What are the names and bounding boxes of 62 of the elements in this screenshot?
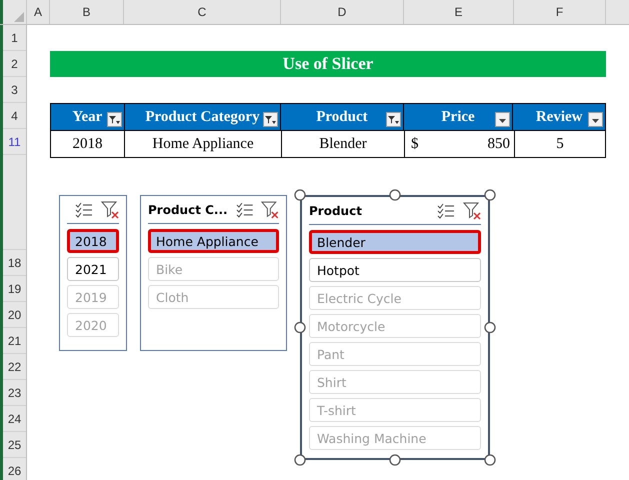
price-value: 850 xyxy=(488,136,510,152)
row-header[interactable]: 1 xyxy=(3,25,26,51)
filter-dropdown-button[interactable] xyxy=(386,112,401,127)
resize-handle[interactable] xyxy=(294,454,306,466)
table-cell: Home Appliance xyxy=(125,131,282,157)
filter-dropdown-button[interactable] xyxy=(495,112,510,127)
funnel-icon xyxy=(386,114,400,125)
row-header[interactable]: 25 xyxy=(3,432,26,458)
slicer-item[interactable]: 2021 xyxy=(67,257,119,281)
row-header[interactable]: 24 xyxy=(3,406,26,432)
row-header[interactable]: 21 xyxy=(3,328,26,354)
row-header[interactable]: 20 xyxy=(3,302,26,328)
resize-handle[interactable] xyxy=(484,189,496,201)
column-header[interactable]: A xyxy=(27,0,50,24)
multi-select-icon[interactable] xyxy=(75,202,93,218)
filter-dropdown-button[interactable] xyxy=(106,112,122,127)
column-header[interactable]: C xyxy=(124,0,281,24)
clear-filter-icon[interactable] xyxy=(463,202,481,220)
slicer-title: Product xyxy=(309,204,362,218)
slicer-title: Product C... xyxy=(148,202,228,216)
column-header[interactable]: D xyxy=(281,0,404,24)
resize-handle[interactable] xyxy=(484,322,496,334)
column-label: Product Category xyxy=(145,108,260,126)
column-label: Year xyxy=(72,108,102,126)
row-header[interactable]: 3 xyxy=(3,77,26,103)
resize-handle[interactable] xyxy=(389,189,401,201)
column-label: Price xyxy=(441,108,475,126)
clear-filter-icon[interactable] xyxy=(101,200,119,218)
corner-triangle-icon xyxy=(14,12,24,22)
table-cell-text: 5 xyxy=(555,134,565,154)
resize-handle[interactable] xyxy=(294,322,306,334)
slicer-item[interactable]: Hotpot xyxy=(309,258,481,282)
table-cell: 2018 xyxy=(51,131,125,157)
column-header[interactable]: F xyxy=(514,0,606,24)
resize-handle[interactable] xyxy=(389,454,401,466)
filter-dropdown-button[interactable] xyxy=(263,112,278,127)
row-header[interactable]: 26 xyxy=(3,458,26,480)
row-header[interactable]: 2 xyxy=(3,51,26,77)
resize-handle[interactable] xyxy=(294,189,306,201)
column-label: Review xyxy=(536,108,582,126)
slicer-item[interactable]: Blender xyxy=(309,230,481,254)
multi-select-icon[interactable] xyxy=(236,202,254,218)
column-header[interactable]: E xyxy=(404,0,514,24)
slicer-item[interactable]: 2018 xyxy=(67,229,119,253)
row-header[interactable]: 23 xyxy=(3,380,26,406)
row-header[interactable]: 11 xyxy=(3,129,26,155)
funnel-icon xyxy=(108,114,121,125)
slicer-item[interactable]: Home Appliance xyxy=(148,229,279,253)
column-label: Product xyxy=(316,108,368,126)
row-header[interactable]: 22 xyxy=(3,354,26,380)
filter-dropdown-button[interactable] xyxy=(588,112,604,127)
clear-filter-icon[interactable] xyxy=(261,200,279,218)
currency-symbol: $ xyxy=(411,136,418,152)
table-cell: Blender xyxy=(282,131,405,157)
funnel-icon xyxy=(264,114,278,125)
column-header[interactable]: B xyxy=(50,0,124,24)
sheet-title: Use of Slicer xyxy=(50,51,606,77)
row-header[interactable]: 4 xyxy=(3,103,26,129)
row-header[interactable]: 18 xyxy=(3,250,26,276)
multi-select-icon[interactable] xyxy=(437,202,455,218)
resize-handle[interactable] xyxy=(484,454,496,466)
row-header[interactable]: 19 xyxy=(3,276,26,302)
